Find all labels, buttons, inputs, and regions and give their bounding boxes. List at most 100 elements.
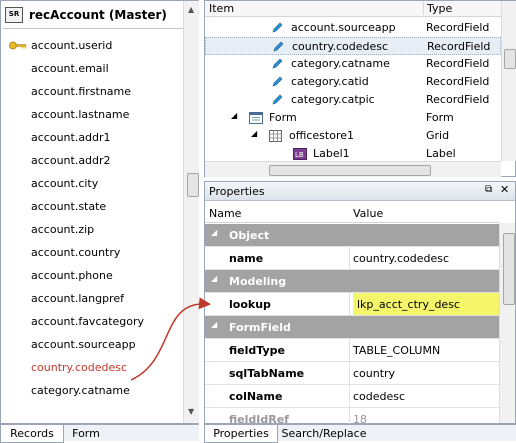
- tree-item-name: Label1: [313, 147, 350, 160]
- property-category[interactable]: ◢ Modeling: [205, 270, 499, 293]
- category-label: FormField: [229, 321, 291, 334]
- tree-row[interactable]: country.codedesc RecordField: [205, 37, 501, 55]
- tree-item-type: Form: [426, 111, 454, 124]
- svg-text:LB: LB: [295, 151, 304, 159]
- property-key: colName: [229, 390, 283, 403]
- tree-horizontal-scrollbar[interactable]: [205, 161, 501, 177]
- primary-key-icon: [9, 41, 27, 50]
- property-value[interactable]: country.codedesc: [353, 247, 449, 269]
- field-label: account.favcategory: [31, 315, 145, 328]
- field-item[interactable]: account.firstname: [1, 80, 184, 103]
- item-tree-panel: Item Type account.sourceapp RecordField co…: [204, 0, 516, 177]
- scrollbar-thumb[interactable]: [269, 165, 431, 176]
- field-item[interactable]: account.userid: [1, 34, 184, 57]
- property-key: lookup: [229, 298, 271, 311]
- collapse-toggle-icon[interactable]: ◢: [211, 228, 217, 237]
- tab-search-replace[interactable]: Search/Replace: [278, 425, 370, 442]
- tree-row[interactable]: category.catid RecordField: [205, 73, 501, 91]
- field-item[interactable]: account.email: [1, 57, 184, 80]
- field-item[interactable]: account.sourceapp: [1, 333, 184, 356]
- field-item[interactable]: category.catname: [1, 379, 184, 402]
- field-item[interactable]: country.codedesc: [1, 356, 184, 379]
- fields-scrollbar[interactable]: ▲ ▼: [183, 1, 199, 423]
- grid-icon: [269, 130, 282, 142]
- tree-row[interactable]: category.catname RecordField: [205, 55, 501, 73]
- tree-header: Item Type: [205, 1, 501, 17]
- tree-row[interactable]: ◢ Form Form: [205, 109, 501, 127]
- tab-form[interactable]: Form: [64, 425, 108, 442]
- field-item[interactable]: account.country: [1, 241, 184, 264]
- properties-scrollbar[interactable]: [499, 223, 515, 423]
- tree-item-name: category.catid: [291, 75, 369, 88]
- tree-item-type: RecordField: [426, 57, 490, 70]
- record-table-icon: SR: [5, 7, 23, 23]
- tree-item-type: RecordField: [426, 93, 490, 106]
- field-item[interactable]: account.favcategory: [1, 310, 184, 333]
- field-item[interactable]: account.lastname: [1, 103, 184, 126]
- col-type-header[interactable]: Type: [423, 2, 452, 15]
- field-label: account.sourceapp: [31, 338, 136, 351]
- restore-icon[interactable]: ⧉: [485, 184, 492, 195]
- left-tab-bar: Records Form: [0, 424, 199, 443]
- tree-item-type: RecordField: [426, 75, 490, 88]
- category-label: Modeling: [229, 275, 287, 288]
- scroll-up-icon[interactable]: ▲: [188, 5, 194, 14]
- expand-toggle-icon[interactable]: ◢: [231, 111, 237, 120]
- expand-toggle-icon[interactable]: ◢: [251, 129, 257, 138]
- tab-records[interactable]: Records: [0, 425, 64, 443]
- field-label: account.lastname: [31, 108, 130, 121]
- scrollbar-thumb[interactable]: [187, 173, 199, 197]
- tab-properties[interactable]: Properties: [204, 425, 278, 443]
- scrollbar-thumb[interactable]: [503, 233, 515, 305]
- tree-item-name: country.codedesc: [292, 40, 389, 53]
- field-item[interactable]: account.addr2: [1, 149, 184, 172]
- field-item[interactable]: account.city: [1, 172, 184, 195]
- property-row[interactable]: sqlTabName country: [205, 362, 499, 385]
- col-item-header[interactable]: Item: [209, 2, 234, 15]
- property-value[interactable]: lkp_acct_ctry_desc: [353, 293, 501, 315]
- record-field-icon: [273, 41, 284, 52]
- property-row[interactable]: name country.codedesc: [205, 247, 499, 270]
- property-key: sqlTabName: [229, 367, 305, 380]
- field-item[interactable]: account.langpref: [1, 287, 184, 310]
- tree-vertical-scrollbar[interactable]: [501, 1, 516, 161]
- field-label: account.city: [31, 177, 99, 190]
- collapse-toggle-icon[interactable]: ◢: [211, 274, 217, 283]
- tree-row[interactable]: category.catpic RecordField: [205, 91, 501, 109]
- property-value[interactable]: codedesc: [353, 385, 405, 407]
- record-field-icon: [272, 94, 283, 105]
- col-name-header[interactable]: Name: [209, 207, 241, 220]
- tree-row[interactable]: account.sourceapp RecordField: [205, 19, 501, 37]
- tree-item-name: officestore1: [289, 129, 355, 142]
- property-category[interactable]: ◢ FormField: [205, 316, 499, 339]
- field-label: account.phone: [31, 269, 113, 282]
- tree-item-name: category.catname: [291, 57, 390, 70]
- property-row[interactable]: fieldType TABLE_COLUMN: [205, 339, 499, 362]
- property-row[interactable]: colName codedesc: [205, 385, 499, 408]
- properties-panel: Properties ⧉ ✕ Name Value ◢ Object name cou…: [204, 181, 516, 426]
- scrollbar-thumb[interactable]: [504, 49, 516, 69]
- tree-row[interactable]: ◢ officestore1 Grid: [205, 127, 501, 145]
- record-field-icon: [272, 22, 283, 33]
- close-icon[interactable]: ✕: [500, 183, 509, 196]
- properties-header: Name Value: [205, 204, 499, 223]
- field-label: account.country: [31, 246, 121, 259]
- property-row[interactable]: lookup lkp_acct_ctry_desc: [205, 293, 501, 316]
- field-label: account.zip: [31, 223, 95, 236]
- scroll-down-icon[interactable]: ▼: [188, 407, 194, 416]
- field-label: account.userid: [31, 39, 113, 52]
- property-value[interactable]: country: [353, 362, 395, 384]
- record-field-icon: [272, 58, 283, 69]
- field-item[interactable]: account.state: [1, 195, 184, 218]
- property-category[interactable]: ◢ Object: [205, 224, 499, 247]
- field-item[interactable]: account.addr1: [1, 126, 184, 149]
- label-icon: LB: [293, 148, 307, 160]
- field-item[interactable]: account.zip: [1, 218, 184, 241]
- property-value[interactable]: TABLE_COLUMN: [353, 339, 440, 361]
- field-label: account.addr1: [31, 131, 111, 144]
- field-item[interactable]: account.phone: [1, 264, 184, 287]
- collapse-toggle-icon[interactable]: ◢: [211, 320, 217, 329]
- col-value-header[interactable]: Value: [353, 207, 383, 220]
- properties-titlebar: Properties ⧉ ✕: [205, 182, 515, 201]
- property-key: fieldType: [229, 344, 285, 357]
